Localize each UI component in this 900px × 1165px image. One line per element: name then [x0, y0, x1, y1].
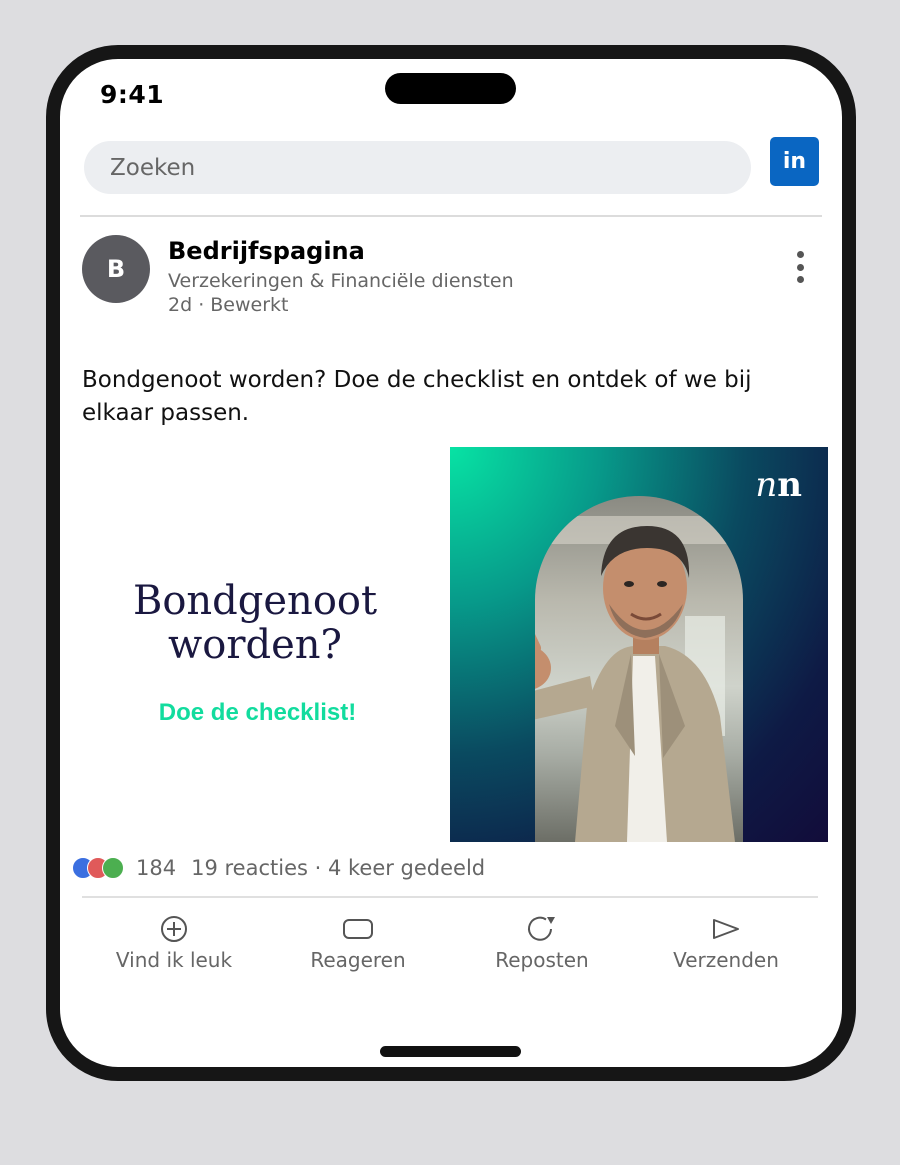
linkedin-logo-icon[interactable]: in [770, 137, 819, 186]
plus-circle-icon [161, 916, 187, 942]
header-divider [80, 215, 822, 217]
man-pointing-photo [535, 516, 743, 842]
comment-icon [343, 919, 373, 939]
company-avatar[interactable]: B [82, 235, 150, 303]
repost-icon [528, 916, 555, 941]
comment-button[interactable]: Reageren [266, 914, 450, 984]
repost-button[interactable]: Reposten [450, 914, 634, 984]
reaction-count: 184 [136, 856, 177, 880]
comment-label: Reageren [310, 948, 406, 972]
brand-logo: nn [755, 465, 802, 505]
ad-headline-line1: Bondgenoot [132, 578, 378, 624]
search-input[interactable]: Zoeken [84, 141, 751, 194]
more-dot [796, 263, 804, 271]
avatar-initial: B [106, 255, 126, 283]
more-dot [796, 276, 804, 283]
company-name[interactable]: Bedrijfspagina [168, 237, 365, 265]
phone-frame: 9:41 Zoeken in B Bedrijfspagina Verzeker… [46, 45, 856, 1081]
like-label: Vind ik leuk [115, 948, 233, 972]
repost-label: Reposten [495, 948, 589, 972]
post-meta: 2d · Bewerkt [168, 294, 289, 316]
post-media[interactable]: Bondgenoot worden? Doe de checklist! nn [60, 447, 828, 842]
send-label: Verzenden [673, 948, 779, 972]
more-options-icon[interactable] [790, 251, 810, 283]
home-indicator [380, 1046, 521, 1057]
company-subtitle: Verzekeringen & Financiële diensten [168, 270, 514, 292]
reactions-row[interactable]: 184 19 reacties · 4 keer gedeeld [72, 856, 485, 880]
more-dot [796, 251, 804, 258]
ad-photo-panel: nn [450, 447, 828, 842]
search-placeholder: Zoeken [110, 154, 196, 181]
action-bar: Vind ik leuk Reageren Reposten Verzenden [82, 914, 818, 984]
send-button[interactable]: Verzenden [634, 914, 818, 984]
photo-arch [535, 496, 743, 842]
ad-headline-line2: worden? [168, 622, 342, 668]
engagement-summary[interactable]: 19 reacties · 4 keer gedeeld [191, 856, 485, 880]
like-button[interactable]: Vind ik leuk [82, 914, 266, 984]
ad-cta: Doe de checklist! [158, 699, 357, 726]
dynamic-island [385, 73, 516, 104]
status-time: 9:41 [100, 80, 165, 109]
actions-divider [82, 896, 818, 898]
reaction-support-icon [102, 857, 124, 879]
post-text: Bondgenoot worden? Doe de checklist en o… [82, 367, 752, 426]
send-icon [713, 919, 739, 939]
ad-text-panel: Bondgenoot worden? Doe de checklist! [60, 447, 450, 842]
ad-headline: Bondgenoot worden? [60, 579, 450, 667]
linkedin-logo-text: in [782, 149, 807, 174]
